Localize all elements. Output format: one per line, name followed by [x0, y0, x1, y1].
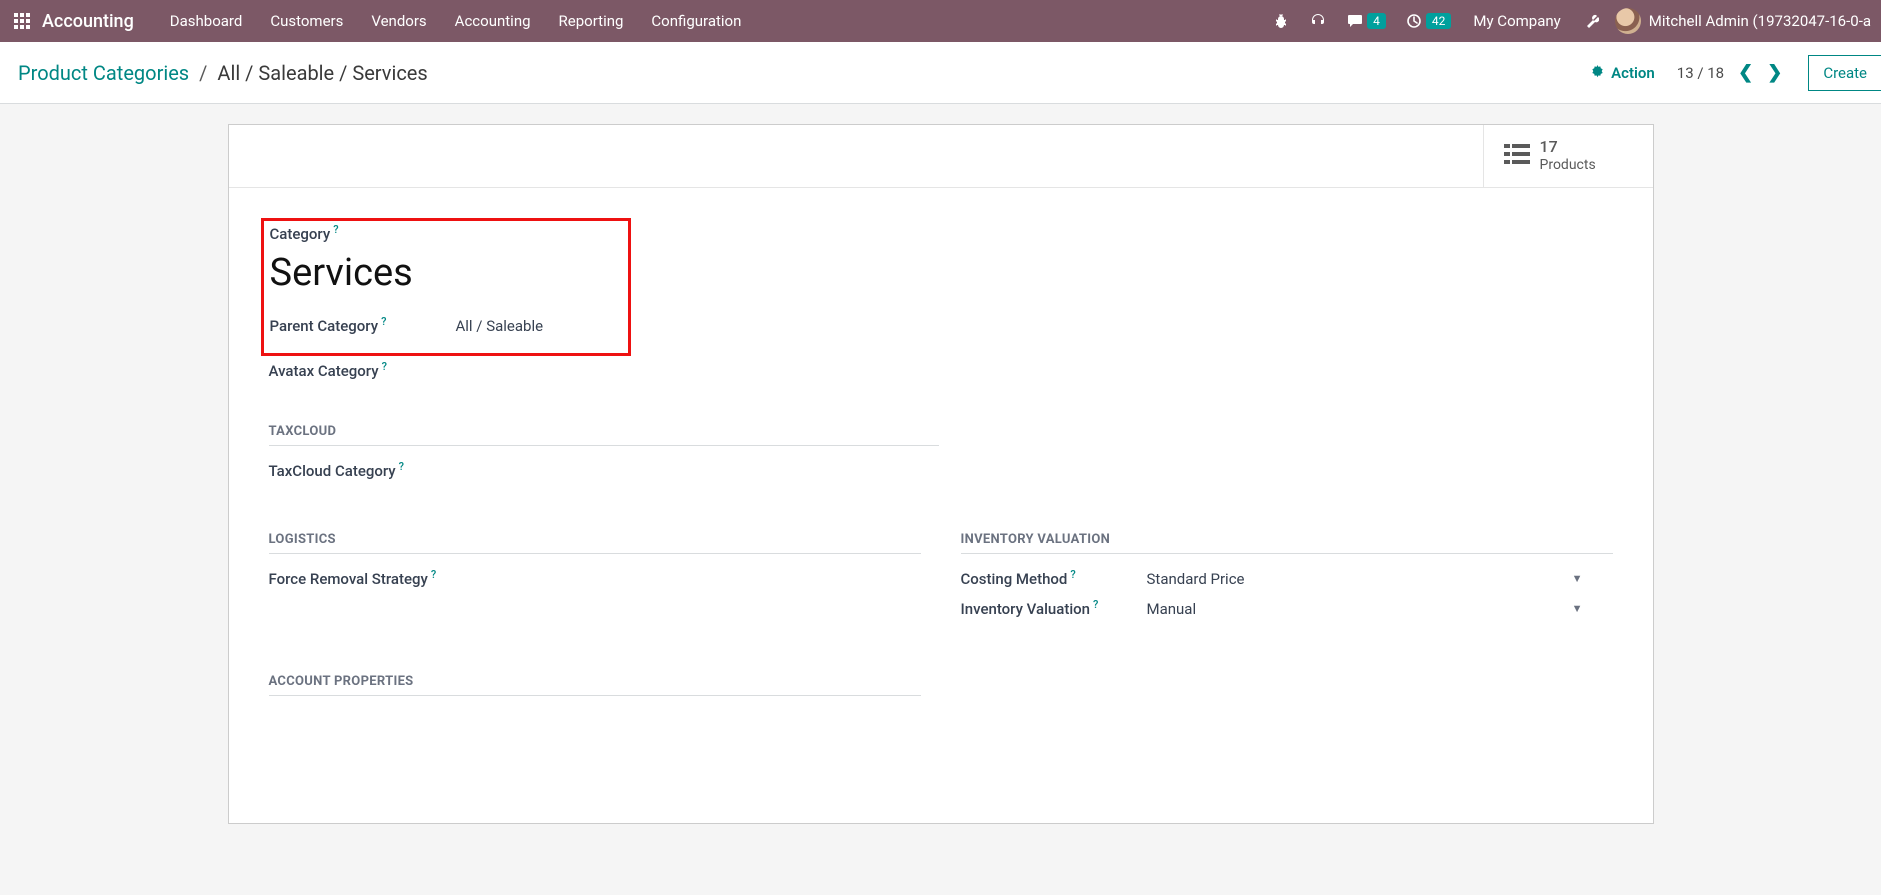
removal-strategy-label: Force Removal Strategy ?	[269, 570, 455, 588]
avatar	[1615, 8, 1641, 34]
brand-title[interactable]: Accounting	[42, 11, 134, 32]
nav-customers[interactable]: Customers	[256, 12, 357, 30]
help-icon[interactable]: ?	[1093, 598, 1098, 611]
user-menu[interactable]: Mitchell Admin (19732047-16-0-a	[1609, 8, 1871, 34]
nav-reporting[interactable]: Reporting	[545, 12, 638, 30]
parent-category-value[interactable]: All / Saleable	[456, 317, 544, 335]
stat-label: Products	[1540, 157, 1596, 175]
chevron-down-icon: ▼	[1572, 572, 1583, 585]
pager-prev-icon[interactable]: ❮	[1734, 60, 1757, 85]
chevron-down-icon: ▼	[1572, 602, 1583, 615]
support-icon[interactable]	[1299, 12, 1337, 30]
messages-badge: 4	[1367, 13, 1386, 29]
inventory-valuation-select[interactable]: Manual ▼	[1147, 600, 1613, 618]
messages-icon[interactable]: 4	[1337, 13, 1396, 29]
inventory-valuation-label: Inventory Valuation ?	[961, 600, 1147, 618]
action-label: Action	[1611, 64, 1655, 82]
action-menu[interactable]: Action	[1590, 64, 1655, 82]
gear-icon	[1590, 65, 1605, 80]
form-sheet: 17 Products Category ? Services Parent C…	[228, 124, 1654, 824]
nav-dashboard[interactable]: Dashboard	[156, 12, 257, 30]
nav-configuration[interactable]: Configuration	[637, 12, 755, 30]
category-label: Category ?	[270, 225, 456, 243]
help-icon[interactable]: ?	[382, 360, 387, 373]
button-box: 17 Products	[229, 125, 1653, 188]
section-account-properties: ACCOUNT PROPERTIES	[269, 674, 921, 696]
top-navbar: Accounting Dashboard Customers Vendors A…	[0, 0, 1881, 42]
pager: 13 / 18 ❮ ❯	[1677, 60, 1787, 85]
user-name: Mitchell Admin (19732047-16-0-a	[1649, 12, 1871, 30]
company-switcher[interactable]: My Company	[1461, 12, 1572, 30]
help-icon[interactable]: ?	[1070, 568, 1075, 581]
breadcrumb: Product Categories / All / Saleable / Se…	[18, 61, 428, 85]
help-icon[interactable]: ?	[333, 223, 338, 236]
stat-count: 17	[1540, 137, 1596, 157]
breadcrumb-root[interactable]: Product Categories	[18, 61, 189, 85]
costing-method-select[interactable]: Standard Price ▼	[1147, 570, 1613, 588]
category-name[interactable]: Services	[270, 251, 622, 295]
avatax-category-label: Avatax Category ?	[269, 362, 455, 380]
list-icon	[1504, 143, 1530, 169]
breadcrumb-current: All / Saleable / Services	[217, 61, 427, 85]
help-icon[interactable]: ?	[431, 568, 436, 581]
pager-next-icon[interactable]: ❯	[1763, 60, 1786, 85]
breadcrumb-sep: /	[199, 61, 207, 85]
taxcloud-category-label: TaxCloud Category ?	[269, 462, 455, 480]
help-icon[interactable]: ?	[399, 460, 404, 473]
activities-badge: 42	[1426, 13, 1452, 29]
create-button[interactable]: Create	[1808, 55, 1881, 91]
activities-icon[interactable]: 42	[1396, 13, 1462, 29]
section-inventory-valuation: INVENTORY VALUATION	[961, 532, 1613, 554]
parent-category-label: Parent Category ?	[270, 317, 456, 335]
pager-text[interactable]: 13 / 18	[1677, 64, 1724, 82]
highlight-box: Category ? Services Parent Category ? Al…	[261, 218, 631, 356]
tools-icon[interactable]	[1573, 13, 1609, 29]
bug-icon[interactable]	[1263, 13, 1299, 29]
control-panel: Product Categories / All / Saleable / Se…	[0, 42, 1881, 104]
help-icon[interactable]: ?	[381, 315, 386, 328]
products-stat-button[interactable]: 17 Products	[1483, 125, 1653, 187]
section-logistics: LOGISTICS	[269, 532, 921, 554]
nav-accounting[interactable]: Accounting	[441, 12, 545, 30]
costing-method-label: Costing Method ?	[961, 570, 1147, 588]
nav-vendors[interactable]: Vendors	[357, 12, 440, 30]
apps-icon[interactable]	[10, 9, 34, 33]
section-taxcloud: TAXCLOUD	[269, 424, 939, 446]
